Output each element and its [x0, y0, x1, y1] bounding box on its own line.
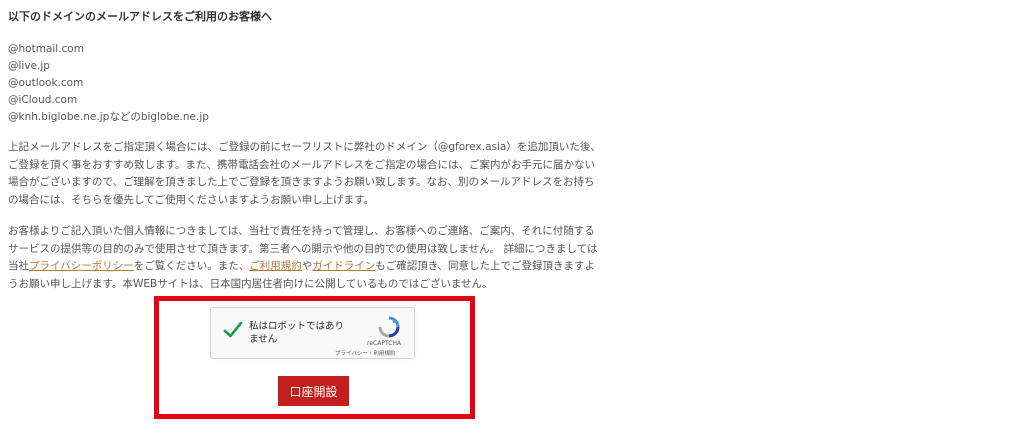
recaptcha-logo-icon: [377, 315, 401, 339]
domain-list: @hotmail.com @live.jp @outlook.com @iClo…: [8, 41, 209, 126]
text-fragment: をご覧ください。また、: [133, 260, 250, 272]
text-fragment: もご確認頂き、同意した上でご登録頂きますよ: [375, 260, 596, 272]
recaptcha-label: 私はロボットではあり ません: [249, 320, 349, 346]
privacy-policy-link[interactable]: プライバシーポリシー: [29, 260, 134, 272]
recaptcha-widget[interactable]: 私はロボットではあり ません reCAPTCHA プライバシー・利用規約: [210, 307, 415, 359]
privacy-line: サービスの提供等の目的のみで使用させて頂きます。第三者への開示や他の目的での使用…: [8, 242, 598, 255]
recaptcha-brand: reCAPTCHA: [367, 340, 402, 347]
privacy-line: うお願い申し上げます。本WEBサイトは、日本国内居住者向けに公開しているものでは…: [8, 277, 493, 290]
notice-line: 上記メールアドレスをご指定頂く場合には、ご登録の前にセーフリストに弊社のドメイン…: [8, 141, 601, 153]
recaptcha-label-line: ません: [249, 334, 278, 345]
privacy-notice: お客様よりご記入頂いた個人情報につきましては、当社で責任を持って管理し、お客様へ…: [8, 223, 620, 293]
privacy-line: 当社プライバシーポリシーをご覧ください。また、ご利用規約やガイドラインもご確認頂…: [8, 258, 620, 276]
notice-line: の場合には、そちらを優先してご使用くださいますようお願い申し上げます。: [8, 193, 375, 206]
domain-item: @iCloud.com: [8, 94, 78, 106]
recaptcha-privacy-terms-link[interactable]: プライバシー・利用規約: [335, 349, 395, 357]
domain-item: @hotmail.com: [8, 43, 84, 55]
terms-of-use-link[interactable]: ご利用規約: [249, 260, 302, 272]
recaptcha-label-line: 私はロボットではあり: [249, 321, 345, 332]
guideline-link[interactable]: ガイドライン: [312, 260, 375, 272]
safelist-notice: 上記メールアドレスをご指定頂く場合には、ご登録の前にセーフリストに弊社のドメイン…: [8, 139, 620, 209]
notice-line: 場合がございますので、ご理解を頂きました上でご登録を頂きますようお願い致します。…: [8, 176, 595, 188]
check-icon[interactable]: [223, 320, 243, 340]
domain-item: @knh.biglobe.ne.jpなどのbiglobe.ne.jp: [8, 111, 209, 123]
domain-item: @outlook.com: [8, 77, 84, 89]
text-fragment: や: [301, 260, 313, 272]
domain-item: @live.jp: [8, 60, 50, 72]
notice-line: ご登録を頂く事をおすすめ致します。また、携帯電話会社のメールアドレスをご指定の場…: [8, 158, 595, 171]
open-account-button[interactable]: 口座開設: [278, 376, 349, 406]
section-heading: 以下のドメインのメールアドレスをご利用のお客様へ: [8, 10, 272, 23]
privacy-line: お客様よりご記入頂いた個人情報につきましては、当社で責任を持って管理し、お客様へ…: [8, 225, 595, 237]
text-fragment: 当社: [8, 260, 29, 272]
